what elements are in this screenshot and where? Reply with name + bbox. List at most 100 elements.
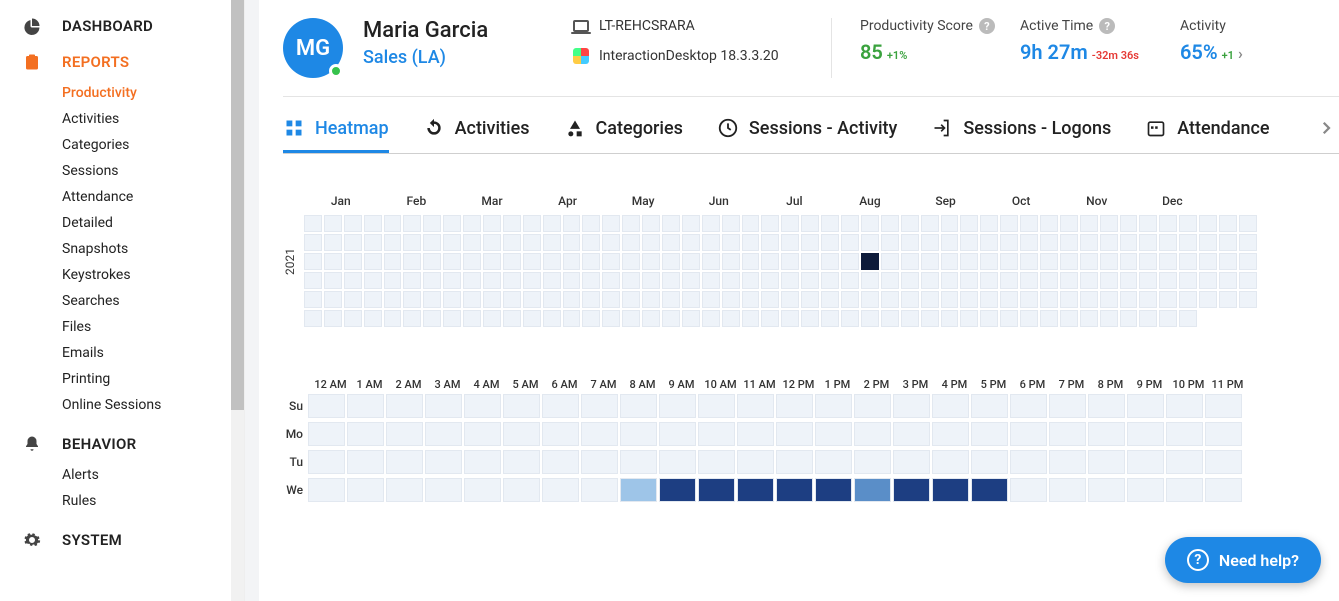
hour-cell[interactable] (1010, 422, 1047, 446)
year-cell[interactable] (463, 272, 481, 289)
hour-cell[interactable] (1049, 450, 1086, 474)
year-cell[interactable] (662, 234, 680, 251)
year-cell[interactable] (1100, 234, 1118, 251)
hour-cell[interactable] (503, 422, 540, 446)
hour-cell[interactable] (737, 450, 774, 474)
year-cell[interactable] (622, 234, 640, 251)
year-cell[interactable] (582, 291, 600, 308)
year-cell[interactable] (781, 234, 799, 251)
hour-cell[interactable] (893, 450, 930, 474)
year-cell[interactable] (1120, 234, 1138, 251)
hour-cell[interactable] (581, 422, 618, 446)
year-cell[interactable] (1080, 291, 1098, 308)
year-cell[interactable] (980, 215, 998, 232)
year-cell[interactable] (463, 253, 481, 270)
year-cell[interactable] (602, 291, 620, 308)
year-cell[interactable] (1040, 215, 1058, 232)
hour-cell[interactable] (854, 394, 891, 418)
year-cell[interactable] (1000, 234, 1018, 251)
hour-cell[interactable] (1010, 450, 1047, 474)
year-cell[interactable] (324, 234, 342, 251)
sidebar-section-reports[interactable]: REPORTS (0, 44, 244, 80)
year-cell[interactable] (403, 272, 421, 289)
hour-cell[interactable] (1010, 478, 1047, 502)
year-cell[interactable] (563, 215, 581, 232)
year-cell[interactable] (1120, 253, 1138, 270)
year-cell[interactable] (761, 272, 779, 289)
year-cell[interactable] (622, 215, 640, 232)
year-cell[interactable] (921, 253, 939, 270)
year-cell[interactable] (543, 272, 561, 289)
year-cell[interactable] (443, 291, 461, 308)
year-cell[interactable] (483, 253, 501, 270)
year-cell[interactable] (761, 310, 779, 327)
year-cell[interactable] (602, 234, 620, 251)
year-cell[interactable] (1060, 291, 1078, 308)
sidebar-item-activities[interactable]: Activities (62, 106, 244, 132)
year-cell[interactable] (1060, 253, 1078, 270)
year-cell[interactable] (543, 234, 561, 251)
hour-cell[interactable] (1166, 450, 1203, 474)
year-cell[interactable] (662, 310, 680, 327)
year-cell[interactable] (1179, 291, 1197, 308)
year-cell[interactable] (602, 215, 620, 232)
hour-cell[interactable] (1049, 394, 1086, 418)
year-cell[interactable] (1159, 234, 1177, 251)
sidebar-scrollbar-thumb[interactable] (231, 0, 244, 410)
year-cell[interactable] (1040, 272, 1058, 289)
hour-cell[interactable] (581, 450, 618, 474)
year-cell[interactable] (960, 310, 978, 327)
year-cell[interactable] (881, 234, 899, 251)
year-cell[interactable] (1199, 253, 1217, 270)
hour-cell[interactable] (503, 478, 540, 502)
year-cell[interactable] (841, 272, 859, 289)
year-cell[interactable] (1219, 310, 1237, 327)
year-cell[interactable] (841, 234, 859, 251)
hour-cell[interactable] (542, 478, 579, 502)
help-icon[interactable]: ? (1099, 18, 1115, 34)
year-cell[interactable] (980, 253, 998, 270)
year-cell[interactable] (1060, 234, 1078, 251)
year-cell[interactable] (881, 253, 899, 270)
year-cell[interactable] (861, 272, 879, 289)
tab-categories[interactable]: Categories (564, 117, 683, 153)
sidebar-section-dashboard[interactable]: DASHBOARD (0, 8, 244, 44)
year-cell[interactable] (563, 272, 581, 289)
year-cell[interactable] (423, 291, 441, 308)
year-cell[interactable] (582, 253, 600, 270)
year-cell[interactable] (384, 310, 402, 327)
year-cell[interactable] (344, 253, 362, 270)
year-cell[interactable] (503, 272, 521, 289)
hour-cell[interactable] (308, 422, 345, 446)
hour-cell[interactable] (347, 422, 384, 446)
hour-cell[interactable] (776, 422, 813, 446)
hour-cell[interactable] (347, 478, 384, 502)
year-cell[interactable] (662, 272, 680, 289)
year-cell[interactable] (722, 234, 740, 251)
hour-cell[interactable] (464, 422, 501, 446)
year-cell[interactable] (1080, 310, 1098, 327)
year-cell[interactable] (364, 272, 382, 289)
year-cell[interactable] (702, 253, 720, 270)
hour-cell[interactable] (854, 478, 891, 502)
hour-cell[interactable] (464, 478, 501, 502)
year-cell[interactable] (602, 253, 620, 270)
year-cell[interactable] (1120, 291, 1138, 308)
year-cell[interactable] (781, 253, 799, 270)
year-cell[interactable] (1000, 272, 1018, 289)
year-cell[interactable] (742, 310, 760, 327)
year-cell[interactable] (781, 272, 799, 289)
year-cell[interactable] (1100, 253, 1118, 270)
year-cell[interactable] (901, 215, 919, 232)
year-cell[interactable] (1120, 272, 1138, 289)
year-cell[interactable] (384, 234, 402, 251)
year-cell[interactable] (861, 310, 879, 327)
hour-cell[interactable] (698, 422, 735, 446)
year-cell[interactable] (742, 291, 760, 308)
hour-cell[interactable] (815, 478, 852, 502)
help-button[interactable]: ? Need help? (1165, 537, 1321, 583)
sidebar-section-behavior[interactable]: BEHAVIOR (0, 426, 244, 462)
year-cell[interactable] (523, 310, 541, 327)
year-cell[interactable] (941, 272, 959, 289)
help-icon[interactable]: ? (979, 18, 995, 34)
